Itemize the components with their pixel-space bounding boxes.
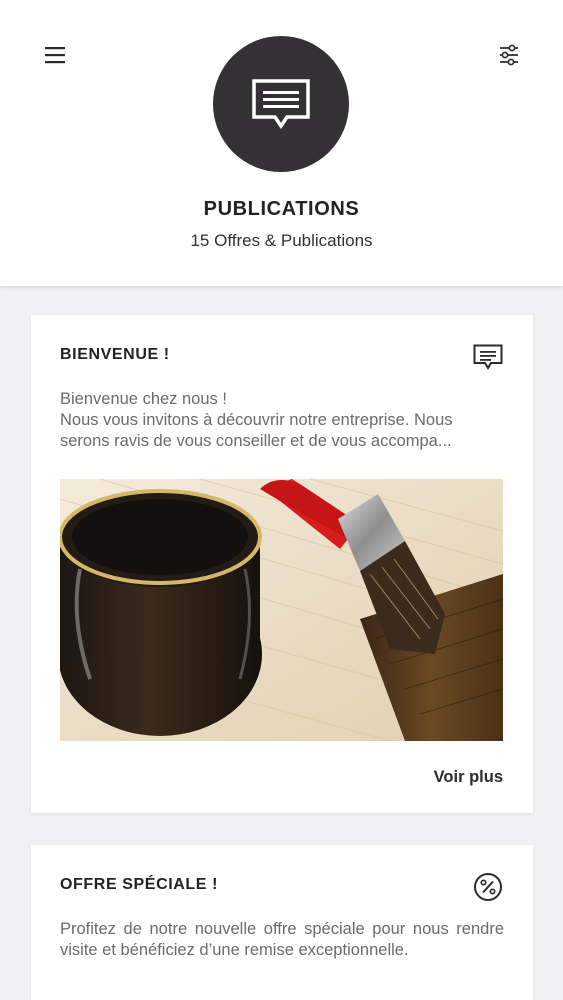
card-description-line: Bienvenue chez nous ! (60, 390, 227, 408)
publication-card-special-offer[interactable]: OFFRE SPÉCIALE ! Profitez de notre nouve… (31, 845, 533, 1000)
hamburger-menu-icon (45, 47, 65, 64)
card-description: Profitez de notre nouvelle offre spécial… (60, 920, 504, 959)
card-description-line: serons ravis de vous conseiller et de vo… (60, 432, 452, 450)
app-header: PUBLICATIONS 15 Offres & Publications (0, 0, 563, 286)
card-description-line: Nous vous invitons à découvrir notre ent… (60, 411, 453, 429)
message-bubble-icon (473, 344, 503, 370)
publication-card-welcome[interactable]: BIENVENUE ! Bienvenue chez nous ! Nous v… (31, 315, 533, 813)
card-type-indicator (472, 341, 504, 373)
publications-hero-badge (213, 36, 349, 172)
paint-jar-and-brush-photo[interactable] (60, 479, 503, 741)
card-description: Bienvenue chez nous ! Nous vous invitons… (60, 389, 504, 452)
card-title: BIENVENUE ! (60, 346, 170, 363)
read-more-link[interactable]: Voir plus (434, 768, 503, 787)
filter-button[interactable] (494, 40, 524, 70)
sliders-filter-icon (500, 44, 518, 66)
card-title: OFFRE SPÉCIALE ! (60, 876, 219, 893)
message-bubble-icon (252, 79, 310, 130)
percent-badge-icon (474, 873, 502, 901)
page-subtitle: 15 Offres & Publications (190, 231, 373, 250)
menu-button[interactable] (40, 40, 70, 70)
card-type-indicator (472, 871, 504, 903)
page-title: PUBLICATIONS (203, 198, 360, 220)
